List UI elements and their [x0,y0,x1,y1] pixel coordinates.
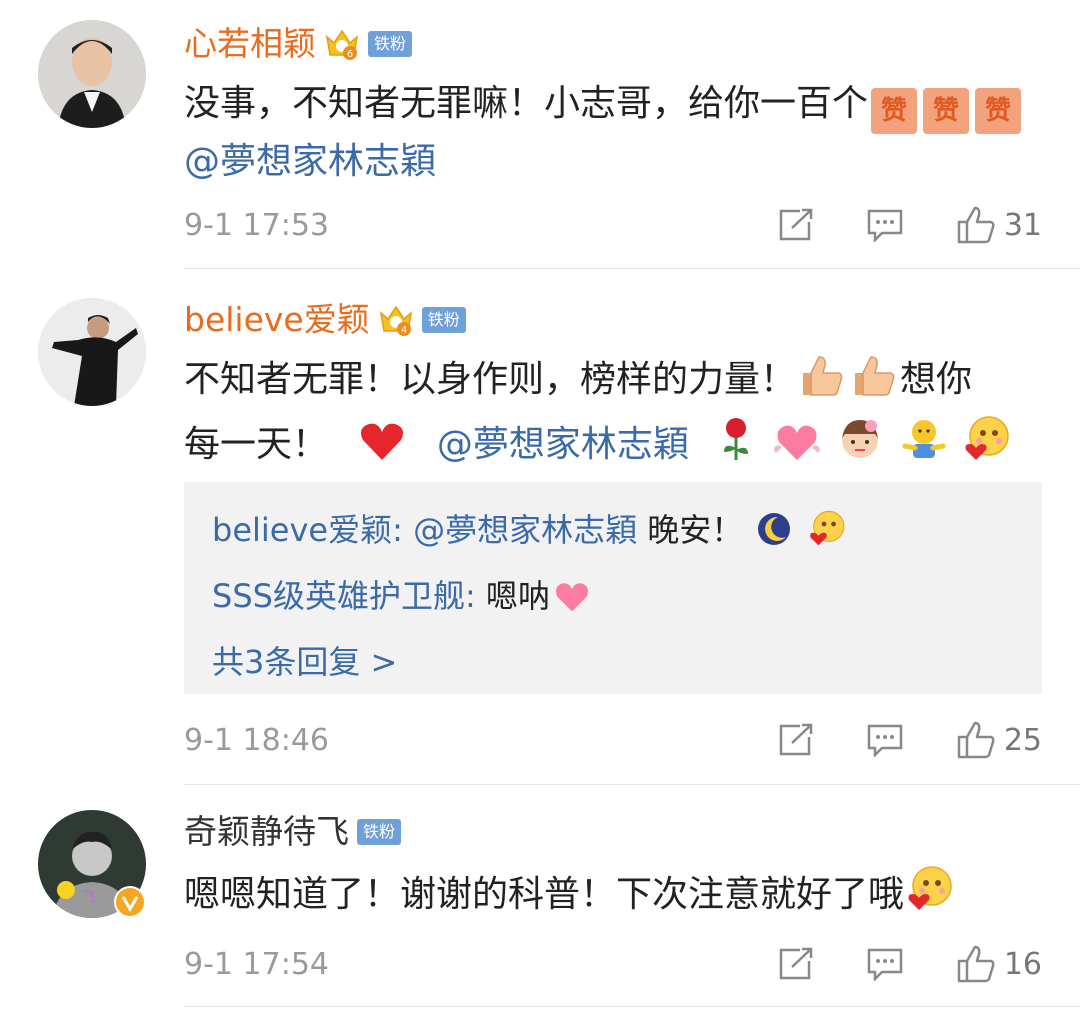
like-count: 16 [1003,946,1042,982]
timestamp: 9-1 18:46 [184,722,329,758]
share-icon [779,208,813,241]
divider [184,1006,1080,1007]
fan-badge: 铁粉 [368,31,413,57]
comment-meta: 9-1 18:46 25 [184,720,1042,760]
love-face-emoji-icon [907,864,955,929]
comment-icon [867,724,903,757]
comment-icon [867,948,903,981]
comment-text: 嗯嗯知道了！谢谢的科普！下次注意就好了哦 [184,864,1042,929]
reply-author[interactable]: SSS级英雄护卫舰 [212,577,465,615]
user-avatar[interactable] [38,298,146,406]
share-icon [779,947,813,980]
reply-author[interactable]: believe爱颖 [212,511,392,549]
username-row: 奇颖静待飞 铁粉 [184,810,402,854]
love-face-emoji-icon [809,506,847,566]
comment-meta: 9-1 17:53 31 [184,205,1042,245]
username-row: 心若相颖 6 铁粉 [184,22,413,66]
action-bar: 16 [726,945,1042,983]
user-avatar[interactable] [38,20,146,128]
svg-text:飞: 飞 [82,890,96,906]
vip-crown-icon: 4 [378,303,414,337]
vip-crown-icon: 6 [324,27,360,61]
svg-text:6: 6 [347,49,353,60]
like-count: 25 [1003,722,1042,758]
mention-link[interactable]: @夢想家林志穎 [184,141,436,182]
thumbs-up-icon [957,945,995,983]
action-bar: 25 [726,721,1042,759]
comment-icon [867,209,903,242]
hug-emoji-icon [901,416,947,479]
love-face-emoji-icon [964,414,1012,479]
divider [184,268,1080,269]
username[interactable]: believe爱颖 [184,298,370,342]
timestamp: 9-1 17:54 [184,946,329,982]
fan-badge: 铁粉 [357,819,402,845]
reply-box[interactable]: believe爱颖: @夢想家林志穎 晚安！ SSS级英雄护卫舰: 嗯呐 共3条… [184,482,1042,694]
moon-emoji-icon [756,506,792,566]
like-count: 31 [1003,207,1042,243]
action-bar: 31 [726,206,1042,244]
zan-emoji-icon: 赞 [923,88,970,134]
svg-text:4: 4 [401,325,407,336]
timestamp: 9-1 17:53 [184,207,329,243]
like-button[interactable]: 31 [956,206,1042,244]
like-button[interactable]: 25 [956,721,1042,759]
share-icon [779,723,813,756]
zan-emoji-icon: 赞 [871,88,918,134]
verified-icon [114,886,146,918]
username[interactable]: 心若相颖 [184,22,316,66]
comment-button[interactable] [866,947,904,981]
username[interactable]: 奇颖静待飞 [184,810,349,854]
fan-badge: 铁粉 [421,307,466,333]
comment-text: 不知者无罪！以身作则，榜样的力量！ 想你 每一天！ @夢想家林志穎 [184,352,1042,479]
pink-heart-emoji-icon [553,572,591,632]
comment-button[interactable] [866,208,904,242]
username-row: believe爱颖 4 铁粉 [184,298,466,342]
thumbs-up-icon [957,206,995,244]
thumbs-up-emoji-icon [851,353,897,414]
thumbs-up-emoji-icon [799,353,845,414]
more-replies-link[interactable]: 共3条回复 > [212,632,1014,692]
mention-link[interactable]: @夢想家林志穎 [413,511,637,549]
reply-item: SSS级英雄护卫舰: 嗯呐 [212,566,1014,632]
rose-emoji-icon [716,416,756,479]
comment-meta: 9-1 17:54 16 [184,944,1042,984]
like-button[interactable]: 16 [956,945,1042,983]
share-button[interactable] [778,208,814,242]
comment-button[interactable] [866,723,904,757]
share-button[interactable] [778,723,814,757]
comment-text: 没事，不知者无罪嘛！小志哥，给你一百个赞赞赞@夢想家林志穎 [184,76,1042,190]
red-heart-emoji-icon [359,420,405,479]
divider [184,784,1080,785]
mention-link[interactable]: @夢想家林志穎 [437,424,689,465]
pink-heart-emoji-icon [773,418,820,479]
reply-item: believe爱颖: @夢想家林志穎 晚安！ [212,500,1014,566]
share-button[interactable] [778,947,814,981]
girl-emoji-icon [837,416,883,479]
zan-emoji-icon: 赞 [975,88,1022,134]
thumbs-up-icon [957,721,995,759]
